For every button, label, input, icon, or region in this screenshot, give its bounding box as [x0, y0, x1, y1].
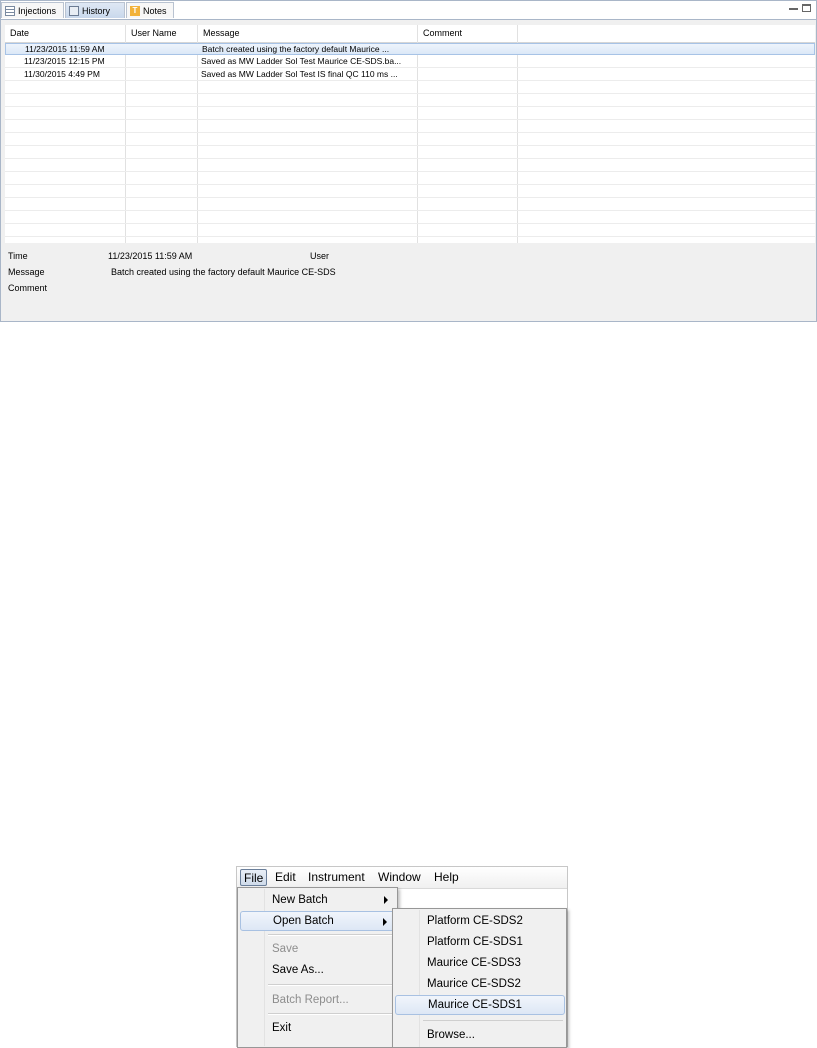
cell-message: Batch created using the factory default … [202, 44, 390, 54]
time-label: Time [8, 251, 28, 261]
empty-row [5, 160, 815, 172]
table-row[interactable]: 11/23/2015 12:15 PM Saved as MW Ladder S… [5, 56, 815, 68]
empty-row [5, 82, 815, 94]
details-pane: Time 11/23/2015 11:59 AM User Message Ba… [1, 244, 816, 320]
message-label: Message [8, 267, 45, 277]
notes-icon: T [130, 5, 140, 16]
empty-row [5, 95, 815, 107]
maximize-icon[interactable] [802, 4, 811, 12]
file-dropdown: New Batch Open Batch Save Save As... Bat… [237, 887, 398, 1048]
history-table: Date User Name Message Comment 11/23/201… [5, 25, 815, 243]
menu-item-save-as[interactable]: Save As... [240, 960, 395, 980]
submenu-arrow-icon [383, 918, 387, 926]
menu-help[interactable]: Help [431, 869, 462, 886]
empty-row [5, 134, 815, 146]
menu-item-label: New Batch [272, 894, 328, 906]
menu-edit[interactable]: Edit [272, 869, 299, 886]
empty-row [5, 212, 815, 224]
comment-label: Comment [8, 283, 48, 293]
column-header-date[interactable]: Date [5, 25, 126, 42]
cell-message: Saved as MW Ladder Sol Test Maurice CE-S… [201, 56, 402, 66]
empty-row [5, 147, 815, 159]
cell-user [130, 56, 195, 67]
empty-row [5, 225, 815, 237]
menu-instrument[interactable]: Instrument [305, 869, 368, 886]
menu-item-batch-report[interactable]: Batch Report... [240, 990, 395, 1010]
cell-comment [422, 69, 514, 80]
tab-label: Injections [18, 5, 57, 16]
empty-row [5, 108, 815, 120]
submenu-item-platform-ce-sds1[interactable]: Platform CE-SDS1 [395, 932, 565, 952]
submenu-item-browse[interactable]: Browse... [395, 1025, 565, 1045]
cell-comment [423, 44, 515, 55]
tab-injections[interactable]: Injections [1, 2, 64, 18]
column-header-comment[interactable]: Comment [418, 25, 518, 42]
minimize-icon[interactable] [789, 5, 798, 10]
menu-item-new-batch[interactable]: New Batch [240, 890, 395, 910]
column-header-user-name[interactable]: User Name [126, 25, 198, 42]
tab-bar: Injections History T Notes [1, 1, 816, 20]
submenu-item-platform-ce-sds2[interactable]: Platform CE-SDS2 [395, 911, 565, 931]
tab-label: History [82, 5, 111, 16]
menu-separator [423, 1020, 563, 1021]
column-header-message[interactable]: Message [198, 25, 418, 42]
user-label: User [310, 251, 330, 261]
menu-separator [268, 984, 394, 986]
history-icon [69, 5, 79, 16]
menu-item-open-batch[interactable]: Open Batch [240, 911, 395, 931]
empty-row [5, 186, 815, 198]
cell-message: Saved as MW Ladder Sol Test IS final QC … [201, 69, 398, 79]
menu-separator [268, 1013, 394, 1015]
menu-item-label: Open Batch [273, 915, 334, 927]
menu-bar: File Edit Instrument Window Help [237, 867, 567, 889]
tab-history[interactable]: History [65, 2, 125, 18]
table-row[interactable]: 11/30/2015 4:49 PM Saved as MW Ladder So… [5, 69, 815, 81]
cell-user [130, 69, 195, 80]
cell-date: 11/30/2015 4:49 PM [24, 69, 100, 79]
time-value: 11/23/2015 11:59 AM [108, 251, 193, 261]
cell-comment [422, 56, 514, 67]
submenu-item-maurice-ce-sds3[interactable]: Maurice CE-SDS3 [395, 953, 565, 973]
file-menu-screenshot: File Edit Instrument Window Help New Bat… [236, 866, 568, 1048]
cell-date: 11/23/2015 12:15 PM [24, 56, 105, 66]
table-row[interactable]: 11/23/2015 11:59 AM Batch created using … [5, 43, 815, 55]
table-header: Date User Name Message Comment [5, 25, 815, 43]
empty-row [5, 121, 815, 133]
menu-file[interactable]: File [240, 869, 268, 886]
submenu-arrow-icon [384, 896, 388, 904]
message-value: Batch created using the factory default … [111, 267, 336, 277]
empty-row [5, 199, 815, 211]
open-batch-submenu: Platform CE-SDS2 Platform CE-SDS1 Mauric… [392, 908, 567, 1048]
history-panel: Injections History T Notes Date User Nam… [0, 0, 817, 322]
cell-date: 11/23/2015 11:59 AM [25, 44, 105, 54]
cell-user [131, 44, 196, 55]
tab-label: Notes [143, 5, 167, 16]
submenu-item-maurice-ce-sds1[interactable]: Maurice CE-SDS1 [395, 995, 565, 1015]
table-icon [5, 5, 15, 16]
menu-item-save[interactable]: Save [240, 939, 395, 959]
empty-row [5, 173, 815, 185]
submenu-item-maurice-ce-sds2[interactable]: Maurice CE-SDS2 [395, 974, 565, 994]
tab-notes[interactable]: T Notes [126, 2, 174, 18]
menu-window[interactable]: Window [375, 869, 424, 886]
menu-separator [268, 934, 394, 936]
menu-item-exit[interactable]: Exit [240, 1018, 395, 1038]
